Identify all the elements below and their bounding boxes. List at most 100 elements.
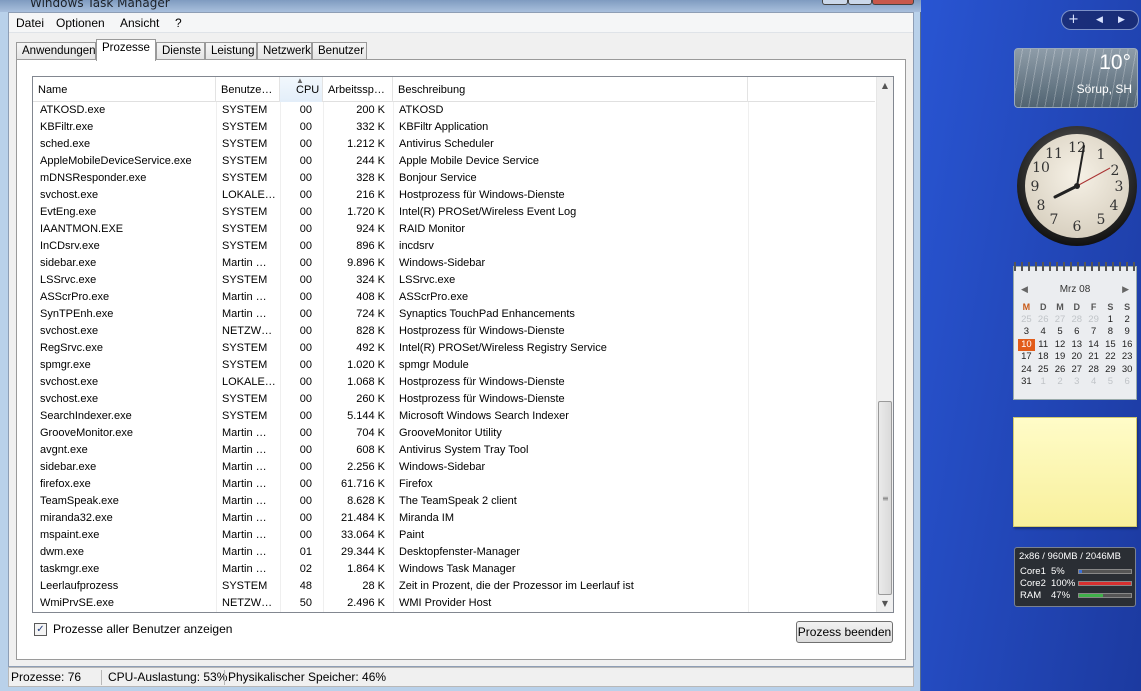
calendar-next-icon[interactable]: ▶ — [1122, 285, 1129, 295]
process-row[interactable]: miranda32.exe Martin … 00 21.484 K Miranda I… — [33, 510, 875, 527]
calendar-day[interactable]: 28 — [1068, 314, 1085, 327]
process-row[interactable]: sidebar.exe Martin … 00 2.256 K Windows-Side… — [33, 459, 875, 476]
process-row[interactable]: mspaint.exe Martin … 00 33.064 K Paint — [33, 527, 875, 544]
weather-gadget[interactable]: 10° Sörup, SH — [1014, 48, 1138, 108]
process-row[interactable]: avgnt.exe Martin … 00 608 K Antivirus System… — [33, 442, 875, 459]
tab-benutzer[interactable]: Benutzer — [312, 42, 367, 60]
clock-gadget[interactable]: 12 1 2 345 678 9 10 11 — [1015, 124, 1139, 248]
calendar-day[interactable]: 27 — [1068, 364, 1085, 377]
tab-anwendungen[interactable]: Anwendungen — [16, 42, 96, 60]
process-row[interactable]: LSSrvc.exe SYSTEM 00 324 K LSSrvc.exe — [33, 272, 875, 289]
calendar-day[interactable]: 24 — [1018, 364, 1035, 377]
calendar-day[interactable]: 5 — [1052, 326, 1069, 339]
process-row[interactable]: mDNSResponder.exe SYSTEM 00 328 K Bonjour Se… — [33, 170, 875, 187]
process-row[interactable]: svchost.exe LOKALE… 00 1.068 K Hostprozess f… — [33, 374, 875, 391]
calendar-day[interactable]: 2 — [1119, 314, 1136, 327]
calendar-day[interactable]: 29 — [1085, 314, 1102, 327]
calendar-day[interactable]: 27 — [1052, 314, 1069, 327]
process-row[interactable]: svchost.exe SYSTEM 00 260 K Hostprozess für … — [33, 391, 875, 408]
calendar-day[interactable]: 18 — [1035, 351, 1052, 364]
calendar-day[interactable]: 1 — [1102, 314, 1119, 327]
calendar-day[interactable]: 3 — [1068, 376, 1085, 389]
process-list[interactable]: Name Benutze… ▲ CPU Arbeitssp… Beschreib… — [32, 76, 894, 613]
process-row[interactable]: AppleMobileDeviceService.exe SYSTEM 00 244 … — [33, 153, 875, 170]
column-name[interactable]: Name — [33, 77, 216, 102]
process-row[interactable]: sched.exe SYSTEM 00 1.212 K Antivirus Schedu… — [33, 136, 875, 153]
calendar-day[interactable]: 6 — [1119, 376, 1136, 389]
process-row[interactable]: SynTPEnh.exe Martin … 00 724 K Synaptics Tou… — [33, 306, 875, 323]
sticky-note-gadget[interactable] — [1013, 417, 1137, 527]
process-row[interactable]: ATKOSD.exe SYSTEM 00 200 K ATKOSD — [33, 102, 875, 119]
calendar-day[interactable]: 25 — [1035, 364, 1052, 377]
calendar-day[interactable]: 20 — [1068, 351, 1085, 364]
process-row[interactable]: InCDsrv.exe SYSTEM 00 896 K incdsrv — [33, 238, 875, 255]
process-row[interactable]: sidebar.exe Martin … 00 9.896 K Windows-Side… — [33, 255, 875, 272]
title-bar[interactable]: Windows Task Manager — [0, 0, 921, 12]
column-memory[interactable]: Arbeitssp… — [323, 77, 393, 102]
calendar-day[interactable]: 6 — [1068, 326, 1085, 339]
calendar-day[interactable]: 19 — [1052, 351, 1069, 364]
maximize-button[interactable] — [848, 0, 872, 5]
tab-leistung[interactable]: Leistung — [205, 42, 257, 60]
column-user[interactable]: Benutze… — [216, 77, 280, 102]
calendar-day[interactable]: 9 — [1119, 326, 1136, 339]
process-row[interactable]: EvtEng.exe SYSTEM 00 1.720 K Intel(R) PROSet… — [33, 204, 875, 221]
tab-prozesse[interactable]: Prozesse — [96, 39, 156, 61]
calendar-day[interactable]: 31 — [1018, 376, 1035, 389]
process-row[interactable]: svchost.exe LOKALE… 00 216 K Hostprozess für… — [33, 187, 875, 204]
calendar-day[interactable]: 28 — [1085, 364, 1102, 377]
column-cpu[interactable]: ▲ CPU — [280, 77, 323, 102]
process-row[interactable]: dwm.exe Martin … 01 29.344 K Desktopfenster-… — [33, 544, 875, 561]
calendar-day[interactable]: 26 — [1035, 314, 1052, 327]
calendar-day[interactable]: 4 — [1035, 326, 1052, 339]
calendar-day[interactable]: 17 — [1018, 351, 1035, 364]
show-all-users-checkbox[interactable]: ✓ — [34, 623, 47, 636]
calendar-day[interactable]: 11 — [1035, 339, 1052, 352]
close-button[interactable] — [872, 0, 914, 5]
minimize-button[interactable] — [822, 0, 848, 5]
process-row[interactable]: taskmgr.exe Martin … 02 1.864 K Windows Task… — [33, 561, 875, 578]
calendar-day[interactable]: 1 — [1035, 376, 1052, 389]
process-row[interactable]: Leerlaufprozess SYSTEM 48 28 K Zeit in Proze… — [33, 578, 875, 595]
calendar-day[interactable]: 21 — [1085, 351, 1102, 364]
process-row[interactable]: KBFiltr.exe SYSTEM 00 332 K KBFiltr Applicat… — [33, 119, 875, 136]
process-row[interactable]: firefox.exe Martin … 00 61.716 K Firefox — [33, 476, 875, 493]
column-description[interactable]: Beschreibung — [393, 77, 748, 102]
calendar-day[interactable]: 23 — [1119, 351, 1136, 364]
calendar-day[interactable]: 4 — [1085, 376, 1102, 389]
menu-help[interactable]: ? — [175, 16, 182, 30]
calendar-day[interactable]: 29 — [1102, 364, 1119, 377]
calendar-day[interactable]: 3 — [1018, 326, 1035, 339]
process-row[interactable]: GrooveMonitor.exe Martin … 00 704 K GrooveMo… — [33, 425, 875, 442]
calendar-day[interactable]: 22 — [1102, 351, 1119, 364]
tab-netzwerk[interactable]: Netzwerk — [257, 42, 312, 60]
process-row[interactable]: svchost.exe NETZW… 00 828 K Hostprozess für … — [33, 323, 875, 340]
process-row[interactable]: ASScrPro.exe Martin … 00 408 K ASScrPro.exe — [33, 289, 875, 306]
scroll-down-icon[interactable]: ▼ — [877, 595, 893, 612]
calendar-day[interactable]: 5 — [1102, 376, 1119, 389]
scrollbar-thumb[interactable]: ≡ — [878, 401, 892, 595]
calendar-day[interactable]: 16 — [1119, 339, 1136, 352]
calendar-today[interactable]: 10 — [1018, 338, 1035, 351]
tab-dienste[interactable]: Dienste — [156, 42, 205, 60]
calendar-day[interactable]: 2 — [1052, 376, 1069, 389]
process-row[interactable]: SearchIndexer.exe SYSTEM 00 5.144 K Microsof… — [33, 408, 875, 425]
calendar-day[interactable]: 7 — [1085, 326, 1102, 339]
vertical-scrollbar[interactable]: ▲ ≡ ▼ — [876, 77, 893, 612]
cpu-meter-gadget[interactable]: 2x86 / 960MB / 2046MB Core1 5% Core2 100% RA… — [1014, 547, 1136, 607]
calendar-day[interactable]: 26 — [1052, 364, 1069, 377]
calendar-day[interactable]: 30 — [1119, 364, 1136, 377]
calendar-day[interactable]: 13 — [1068, 339, 1085, 352]
process-row[interactable]: TeamSpeak.exe Martin … 00 8.628 K The TeamSp… — [33, 493, 875, 510]
end-process-button[interactable]: Prozess beenden — [796, 621, 893, 643]
scroll-up-icon[interactable]: ▲ — [877, 77, 893, 94]
add-gadget-icon[interactable]: + — [1068, 12, 1079, 27]
menu-optionen[interactable]: Optionen — [56, 16, 105, 30]
calendar-day[interactable]: 12 — [1052, 339, 1069, 352]
calendar-gadget[interactable]: ◀ Mrz 08 ▶ M D M D F S S 25 26 27 28 29 1 2 3 4 5 6 7 8 9 10 1… — [1013, 262, 1137, 400]
process-row[interactable]: RegSrvc.exe SYSTEM 00 492 K Intel(R) PROSet/… — [33, 340, 875, 357]
menu-datei[interactable]: Datei — [16, 16, 44, 30]
next-page-icon[interactable]: ▶ — [1118, 15, 1125, 25]
menu-ansicht[interactable]: Ansicht — [120, 16, 159, 30]
process-row[interactable]: IAANTMON.EXE SYSTEM 00 924 K RAID Monitor — [33, 221, 875, 238]
